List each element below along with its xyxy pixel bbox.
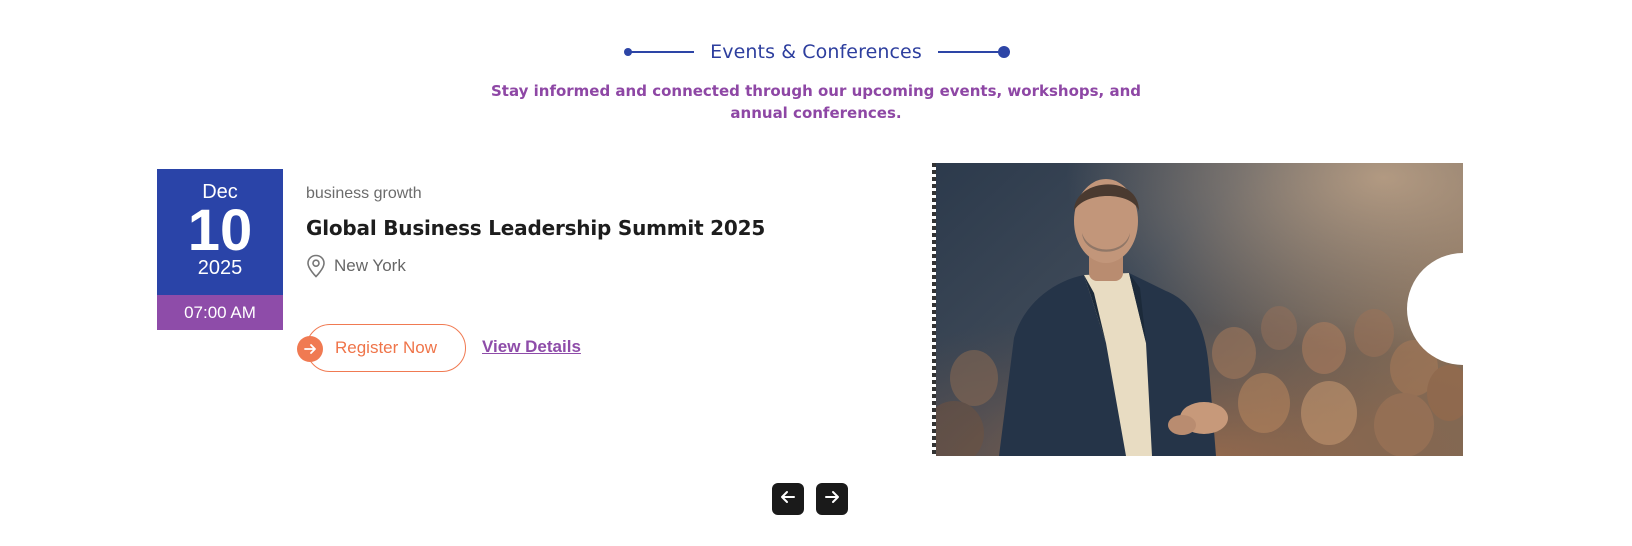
section-heading: Events & Conferences xyxy=(0,37,1632,67)
event-location: New York xyxy=(306,254,406,278)
ticket-notch xyxy=(1407,253,1519,365)
prev-slide-button[interactable] xyxy=(772,483,804,515)
event-date-day: 10 xyxy=(187,198,253,263)
view-details-link[interactable]: View Details xyxy=(482,337,581,357)
event-time: 07:00 AM xyxy=(157,295,283,330)
image-perforation xyxy=(932,163,936,456)
section-subtitle: Stay informed and connected through our … xyxy=(490,82,1142,122)
arrow-right-icon xyxy=(824,489,840,510)
register-now-button[interactable]: Register Now xyxy=(297,324,466,372)
section-title: Events & Conferences xyxy=(710,41,922,63)
next-slide-button[interactable] xyxy=(816,483,848,515)
heading-decoration-right xyxy=(937,46,1010,58)
arrow-right-icon xyxy=(297,336,323,362)
event-image xyxy=(934,163,1463,456)
event-location-text: New York xyxy=(334,256,406,275)
location-pin-icon xyxy=(306,254,326,278)
event-title: Global Business Leadership Summit 2025 xyxy=(306,216,766,240)
event-date: Dec 10 2025 xyxy=(157,169,283,295)
register-now-label: Register Now xyxy=(335,338,438,357)
event-date-box: Dec 10 2025 07:00 AM xyxy=(157,169,283,330)
heading-decoration-left xyxy=(624,48,695,56)
arrow-left-icon xyxy=(780,489,796,510)
event-category: business growth xyxy=(306,185,422,202)
event-date-year: 2025 xyxy=(197,257,243,279)
